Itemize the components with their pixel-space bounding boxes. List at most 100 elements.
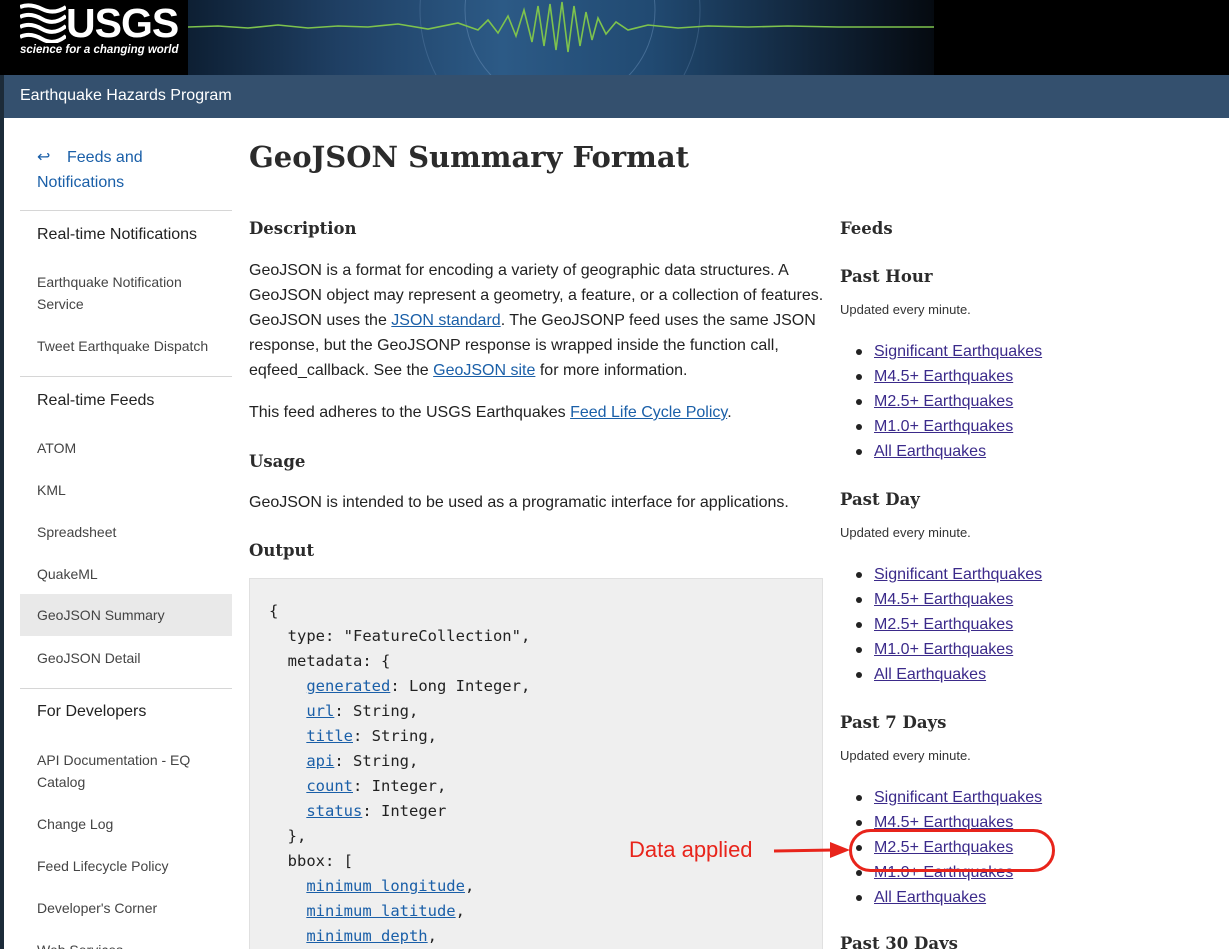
code-line: { <box>269 602 279 620</box>
code-comma: , <box>455 902 465 920</box>
description-heading: Description <box>249 219 357 238</box>
program-title[interactable]: Earthquake Hazards Program <box>20 87 232 105</box>
feed-list-past-day: Significant Earthquakes M4.5+ Earthquake… <box>856 562 1042 687</box>
feed-group-title-past-7-days: Past 7 Days <box>840 713 947 732</box>
code-link-minimum-depth[interactable]: minimum depth <box>306 927 427 945</box>
sidebar-item-developers-corner[interactable]: Developer's Corner <box>20 897 232 919</box>
code-link-title[interactable]: title <box>306 727 353 745</box>
feed-link-past-hour-significant[interactable]: Significant Earthquakes <box>874 343 1042 360</box>
feeds-heading: Feeds <box>840 219 893 238</box>
code-line: metadata: { <box>269 652 391 670</box>
code-content: { type: "FeatureCollection", metadata: {… <box>269 599 530 949</box>
geojson-site-link[interactable]: GeoJSON site <box>433 362 535 379</box>
list-item: Significant Earthquakes <box>856 339 1042 364</box>
feed-link-past-hour-all[interactable]: All Earthquakes <box>874 443 986 460</box>
sidebar-item-change-log[interactable]: Change Log <box>20 813 232 835</box>
code-link-minimum-latitude[interactable]: minimum latitude <box>306 902 455 920</box>
feed-link-past-day-m45[interactable]: M4.5+ Earthquakes <box>874 591 1013 608</box>
window-edge <box>0 75 4 949</box>
divider <box>20 688 232 689</box>
code-type: : Integer <box>362 802 447 820</box>
sidebar-item-feed-lifecycle-policy[interactable]: Feed Lifecycle Policy <box>20 855 232 877</box>
list-item: M2.5+ Earthquakes <box>856 389 1042 414</box>
feed-life-cycle-policy-link[interactable]: Feed Life Cycle Policy <box>570 404 727 421</box>
sidebar-item-web-services[interactable]: Web Services <box>20 939 232 949</box>
feed-update-note: Updated every minute. <box>840 748 971 763</box>
feed-link-past-hour-m25[interactable]: M2.5+ Earthquakes <box>874 393 1013 410</box>
code-comma: , <box>427 927 437 945</box>
feed-list-past-hour: Significant Earthquakes M4.5+ Earthquake… <box>856 339 1042 464</box>
code-type: : Integer, <box>353 777 447 795</box>
sidebar-item-spreadsheet[interactable]: Spreadsheet <box>20 521 232 543</box>
code-comma: , <box>464 877 475 895</box>
feed-link-past-day-m10[interactable]: M1.0+ Earthquakes <box>874 641 1013 658</box>
usgs-wave-icon <box>20 3 66 43</box>
sidebar-item-quakeml[interactable]: QuakeML <box>20 563 232 585</box>
feed-update-note: Updated every minute. <box>840 525 971 540</box>
feed-update-note: Updated every minute. <box>840 302 971 317</box>
sidebar-item-geojson-detail[interactable]: GeoJSON Detail <box>20 647 232 669</box>
annotation-highlight-oval <box>849 829 1055 872</box>
feed-link-past-day-m25[interactable]: M2.5+ Earthquakes <box>874 616 1013 633</box>
policy-paragraph: This feed adheres to the USGS Earthquake… <box>249 400 824 425</box>
sidebar-item-api-documentation[interactable]: API Documentation - EQ Catalog <box>20 749 232 793</box>
logo-tagline: science for a changing world <box>20 44 179 56</box>
annotation-label: Data applied <box>629 837 753 862</box>
json-standard-link[interactable]: JSON standard <box>391 312 500 329</box>
seismograph-banner-image <box>188 0 934 75</box>
code-line: type: "FeatureCollection", <box>269 627 531 645</box>
usage-heading: Usage <box>249 452 306 471</box>
feed-link-past-day-significant[interactable]: Significant Earthquakes <box>874 566 1042 583</box>
usage-paragraph: GeoJSON is intended to be used as a prog… <box>249 494 789 511</box>
code-line: }, <box>269 827 307 845</box>
section-heading-for-developers: For Developers <box>37 703 147 720</box>
list-item: Significant Earthquakes <box>856 562 1042 587</box>
sidebar-item-geojson-summary[interactable]: GeoJSON Summary <box>20 594 232 636</box>
output-code-block: { type: "FeatureCollection", metadata: {… <box>249 578 823 949</box>
description-text: for more information. <box>535 362 688 379</box>
list-item: Significant Earthquakes <box>856 785 1042 810</box>
feed-link-past-hour-m45[interactable]: M4.5+ Earthquakes <box>874 368 1013 385</box>
code-link-status[interactable]: status <box>306 802 362 820</box>
description-paragraph: GeoJSON is a format for encoding a varie… <box>249 258 824 383</box>
section-heading-realtime-feeds: Real-time Feeds <box>37 392 155 409</box>
divider <box>20 376 232 377</box>
code-line: bbox: [ <box>269 852 353 870</box>
program-bar: Earthquake Hazards Program <box>4 75 1229 118</box>
list-item: M4.5+ Earthquakes <box>856 364 1042 389</box>
list-item: M2.5+ Earthquakes <box>856 612 1042 637</box>
code-link-count[interactable]: count <box>306 777 353 795</box>
code-link-api[interactable]: api <box>306 752 334 770</box>
sidebar-item-tweet-earthquake-dispatch[interactable]: Tweet Earthquake Dispatch <box>20 335 232 357</box>
policy-text: . <box>727 404 732 421</box>
site-banner: USGS science for a changing world <box>0 0 1229 75</box>
feed-link-past-7-days-all[interactable]: All Earthquakes <box>874 889 986 906</box>
sidebar-item-atom[interactable]: ATOM <box>20 437 232 459</box>
code-link-minimum-longitude[interactable]: minimum longitude <box>306 877 465 895</box>
list-item: All Earthquakes <box>856 885 1042 910</box>
code-type: : String, <box>353 727 437 745</box>
feed-group-title-past-day: Past Day <box>840 490 920 509</box>
list-item: M1.0+ Earthquakes <box>856 637 1042 662</box>
feed-group-title-past-30-days: Past 30 Days <box>840 934 958 949</box>
feed-link-past-hour-m10[interactable]: M1.0+ Earthquakes <box>874 418 1013 435</box>
page-title: GeoJSON Summary Format <box>249 140 689 174</box>
list-item: All Earthquakes <box>856 662 1042 687</box>
usgs-logo[interactable]: USGS science for a changing world <box>0 0 188 75</box>
policy-text: This feed adheres to the USGS Earthquake… <box>249 404 571 421</box>
list-item: M4.5+ Earthquakes <box>856 587 1042 612</box>
output-heading: Output <box>249 541 315 560</box>
sidebar-item-kml[interactable]: KML <box>20 479 232 501</box>
list-item: M1.0+ Earthquakes <box>856 414 1042 439</box>
code-type: : String, <box>334 752 419 770</box>
back-link-feeds-and-notifications[interactable]: ↩ Feeds and Notifications <box>37 145 227 195</box>
annotation-arrow-icon <box>773 842 850 858</box>
code-link-generated[interactable]: generated <box>306 677 390 695</box>
sidebar-item-earthquake-notification-service[interactable]: Earthquake Notification Service <box>20 271 232 315</box>
section-heading-realtime-notifications: Real-time Notifications <box>37 226 198 243</box>
code-link-url[interactable]: url <box>306 702 334 720</box>
feed-link-past-7-days-significant[interactable]: Significant Earthquakes <box>874 789 1042 806</box>
list-item: All Earthquakes <box>856 439 1042 464</box>
logo-text: USGS <box>66 0 179 46</box>
feed-link-past-day-all[interactable]: All Earthquakes <box>874 666 986 683</box>
